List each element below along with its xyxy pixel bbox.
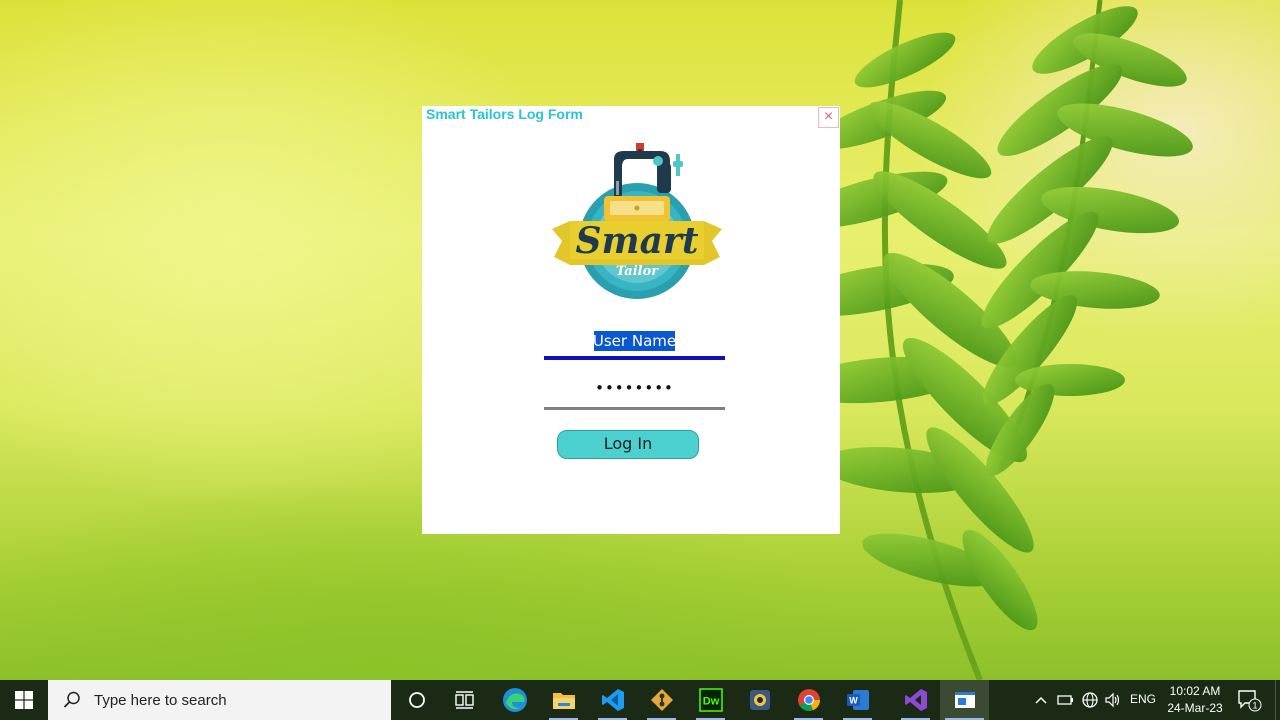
chrome-button[interactable] xyxy=(784,680,833,720)
word-icon: W xyxy=(846,690,869,710)
git-app-button[interactable] xyxy=(637,680,686,720)
battery-icon[interactable] xyxy=(1057,692,1075,708)
task-view-button[interactable] xyxy=(440,680,489,720)
svg-text:Dw: Dw xyxy=(702,696,719,708)
chrome-icon xyxy=(797,689,820,711)
window-app-button[interactable] xyxy=(940,680,989,720)
chevron-up-icon[interactable] xyxy=(1034,694,1048,706)
volume-icon[interactable] xyxy=(1104,691,1122,709)
logo-subtitle-text: Tailor xyxy=(616,264,659,279)
show-desktop-button[interactable] xyxy=(1275,680,1280,720)
dreamweaver-icon: Dw xyxy=(698,688,723,712)
window-app-icon xyxy=(954,692,975,708)
notification-icon: 1 xyxy=(1238,690,1262,712)
clock[interactable]: 10:02 AM 24-Mar-23 xyxy=(1160,683,1230,717)
notification-count: 1 xyxy=(1252,701,1257,711)
svg-text:W: W xyxy=(849,696,858,706)
close-button[interactable]: × xyxy=(818,107,839,128)
edge-button[interactable] xyxy=(490,680,539,720)
task-view-icon xyxy=(454,691,474,709)
username-value[interactable]: User Name xyxy=(544,332,725,350)
search-icon xyxy=(63,691,80,708)
app-icon xyxy=(749,690,770,710)
cortana-icon xyxy=(408,692,425,708)
windows-logo-icon xyxy=(15,691,33,709)
window-title: Smart Tailors Log Form xyxy=(426,106,583,122)
file-explorer-icon xyxy=(552,693,575,709)
password-value[interactable]: •••••••• xyxy=(544,379,725,397)
smart-tailor-logo: Smart Tailor xyxy=(552,143,722,299)
vscode-button[interactable] xyxy=(588,680,637,720)
login-window: Smart Tailors Log Form × Smart Tailor Us… xyxy=(422,106,840,534)
taskbar: Type here to search Dw W ENG 10:02 AM 24… xyxy=(0,680,1280,720)
password-field[interactable]: •••••••• xyxy=(544,379,725,409)
search-placeholder: Type here to search xyxy=(94,691,227,709)
word-button[interactable]: W xyxy=(833,680,882,720)
app-button[interactable] xyxy=(735,680,784,720)
notification-center-button[interactable]: 1 xyxy=(1236,688,1262,712)
start-button[interactable] xyxy=(0,680,48,720)
password-underline xyxy=(544,407,725,410)
file-explorer-button[interactable] xyxy=(539,680,588,720)
cortana-button[interactable] xyxy=(392,680,441,720)
visual-studio-button[interactable] xyxy=(891,680,940,720)
edge-icon xyxy=(502,688,527,712)
network-icon[interactable] xyxy=(1081,691,1099,709)
vscode-icon xyxy=(601,689,624,711)
login-button[interactable]: Log In xyxy=(557,430,699,459)
logo-brand-text: Smart xyxy=(575,220,698,262)
clock-date: 24-Mar-23 xyxy=(1167,701,1223,715)
dreamweaver-button[interactable]: Dw xyxy=(686,680,735,720)
clock-time: 10:02 AM xyxy=(1169,684,1221,698)
visual-studio-icon xyxy=(904,689,927,711)
git-icon xyxy=(650,689,673,711)
language-indicator[interactable]: ENG xyxy=(1130,692,1156,706)
username-underline xyxy=(544,356,725,360)
taskbar-search-box[interactable]: Type here to search xyxy=(48,680,391,720)
